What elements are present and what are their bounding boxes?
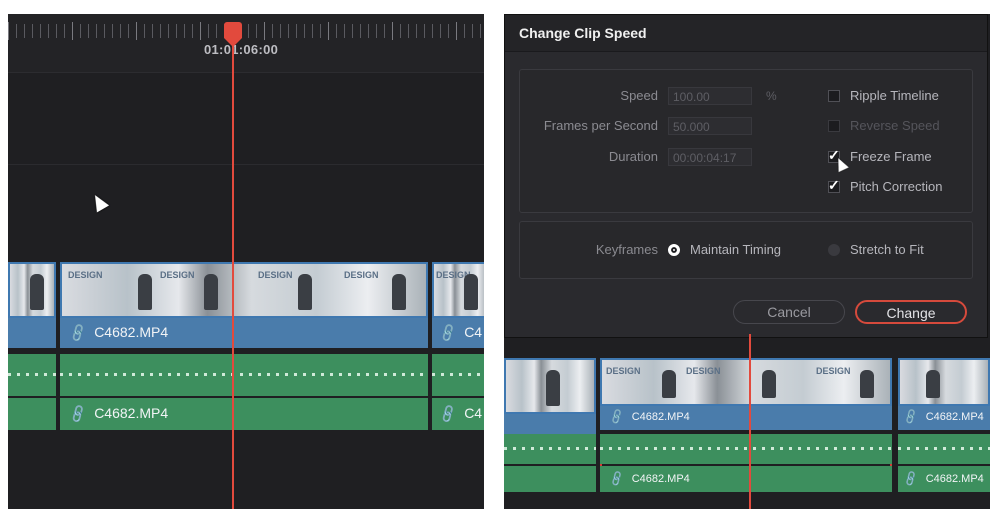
- audio-clip-name: C4682.MP4: [94, 405, 169, 421]
- audio-clip-bar: 🔗 C4682.MP4: [600, 466, 892, 492]
- audio-waveform: [898, 434, 990, 464]
- video-thumbnail: [504, 358, 596, 414]
- video-clip-bar: 🔗 C4682.MP4: [898, 406, 990, 430]
- freeze-frame-label[interactable]: Freeze Frame: [850, 149, 932, 164]
- audio-waveform: [432, 354, 484, 396]
- audio-waveform: [600, 434, 892, 464]
- playhead-line[interactable]: [749, 334, 751, 509]
- ruler-major-ticks: [8, 22, 484, 40]
- playhead-line[interactable]: [232, 34, 234, 509]
- link-icon: 🔗: [67, 322, 89, 344]
- audio-waveform: [504, 434, 596, 464]
- audio-clip-selected[interactable]: 🔗 C4682.MP4: [600, 434, 892, 492]
- audio-clip-bar: 🔗 C4682.MP4: [60, 398, 428, 430]
- link-icon: 🔗: [67, 403, 89, 425]
- reverse-speed-label: Reverse Speed: [850, 118, 940, 133]
- video-clip-label-next: 🔗 C4682.MP4: [902, 408, 984, 426]
- link-icon: 🔗: [902, 408, 921, 426]
- audio-clip-bar: [504, 466, 596, 492]
- audio-clip-previous[interactable]: [8, 354, 56, 430]
- pitch-correction-checkbox[interactable]: [828, 177, 840, 194]
- keyframes-label: Keyframes: [595, 242, 658, 257]
- audio-waveform: [8, 354, 56, 396]
- speed-label: Speed: [620, 88, 658, 103]
- video-clip-bar: 🔗 C4: [432, 318, 484, 348]
- maintain-timing-radio[interactable]: [668, 244, 680, 256]
- maintain-timing-label[interactable]: Maintain Timing: [690, 242, 781, 257]
- video-thumbnail: DESIGN DESIGN DESIGN DESIGN: [60, 262, 428, 318]
- audio-clip-bar: 🔗 C4682.MP4: [898, 466, 990, 492]
- audio-clip-label-next: 🔗 C4: [437, 403, 483, 425]
- link-icon: 🔗: [608, 470, 627, 488]
- fps-input[interactable]: 50.000: [668, 117, 752, 135]
- duration-input[interactable]: 00:00:04:17: [668, 148, 752, 166]
- audio-clip-next[interactable]: 🔗 C4682.MP4: [898, 434, 990, 492]
- timeline-panel-right: DESIGN DESIGN DESIGN 🔗 C4682.MP4 🔗 C4682.M…: [504, 14, 990, 509]
- stretch-to-fit-radio[interactable]: [828, 244, 840, 256]
- mouse-cursor-icon: [88, 191, 110, 213]
- speed-input[interactable]: 100.00: [668, 87, 752, 105]
- video-clip[interactable]: DESIGN DESIGN DESIGN DESIGN 🔗 C4682.MP4: [60, 262, 428, 348]
- mouse-cursor-icon: [833, 155, 849, 173]
- change-clip-speed-dialog: Change Clip Speed Speed 100.00 % Frames …: [504, 14, 988, 338]
- audio-clip-label: 🔗 C4682.MP4: [608, 470, 690, 488]
- video-clip-next[interactable]: 🔗 C4682.MP4: [898, 358, 990, 430]
- video-thumbnail: DESIGN DESIGN DESIGN: [600, 358, 892, 406]
- link-icon: 🔗: [437, 322, 459, 344]
- fps-label: Frames per Second: [543, 118, 658, 133]
- stretch-to-fit-label[interactable]: Stretch to Fit: [850, 242, 924, 257]
- link-icon: 🔗: [608, 408, 627, 426]
- audio-clip[interactable]: 🔗 C4682.MP4: [60, 354, 428, 430]
- video-clip-bar: [8, 318, 56, 348]
- speed-unit: %: [766, 89, 777, 103]
- audio-clip-bar: [8, 398, 56, 430]
- video-thumbnail: DESIGN: [432, 262, 484, 318]
- audio-clip-next[interactable]: 🔗 C4: [432, 354, 484, 430]
- video-clip-label: 🔗 C4682.MP4: [67, 322, 169, 344]
- audio-clip-bar: 🔗 C4: [432, 398, 484, 430]
- track-divider: [8, 164, 484, 165]
- timeline-ruler[interactable]: 01:01:06:00: [8, 14, 484, 73]
- dialog-title: Change Clip Speed: [505, 15, 987, 52]
- video-clip-previous[interactable]: [504, 358, 596, 444]
- ripple-timeline-label[interactable]: Ripple Timeline: [850, 88, 939, 103]
- video-clip-label-next: 🔗 C4: [437, 322, 483, 344]
- video-clip-next[interactable]: DESIGN 🔗 C4: [432, 262, 484, 348]
- pitch-correction-label[interactable]: Pitch Correction: [850, 179, 942, 194]
- playhead-handle[interactable]: [224, 22, 242, 47]
- reverse-speed-checkbox[interactable]: [828, 120, 840, 132]
- video-clip-previous[interactable]: [8, 262, 56, 348]
- video-clip-selected[interactable]: DESIGN DESIGN DESIGN 🔗 C4682.MP4: [600, 358, 892, 430]
- ripple-timeline-checkbox[interactable]: [828, 90, 840, 102]
- cancel-button[interactable]: Cancel: [733, 300, 845, 324]
- video-clip-label: 🔗 C4682.MP4: [608, 408, 690, 426]
- duration-label: Duration: [608, 149, 658, 164]
- video-clip-name: C4682.MP4: [94, 324, 169, 340]
- video-clip-bar: 🔗 C4682.MP4: [600, 406, 892, 430]
- speed-settings-group: Speed 100.00 % Frames per Second 50.000 …: [519, 69, 973, 213]
- change-button[interactable]: Change: [855, 300, 967, 324]
- link-icon: 🔗: [437, 403, 459, 425]
- timeline-panel-left: 01:01:06:00 DESIGN DESIGN DESIGN DESIGN …: [8, 14, 484, 509]
- link-icon: 🔗: [902, 470, 921, 488]
- audio-clip-label: 🔗 C4682.MP4: [67, 403, 169, 425]
- video-thumbnail: [898, 358, 990, 406]
- video-clip-bar: 🔗 C4682.MP4: [60, 318, 428, 348]
- keyframes-group: Keyframes Maintain Timing Stretch to Fit: [519, 221, 973, 279]
- audio-clip-label-next: 🔗 C4682.MP4: [902, 470, 984, 488]
- audio-clip-previous[interactable]: [504, 434, 596, 492]
- video-thumbnail: [8, 262, 56, 318]
- audio-waveform: [60, 354, 428, 396]
